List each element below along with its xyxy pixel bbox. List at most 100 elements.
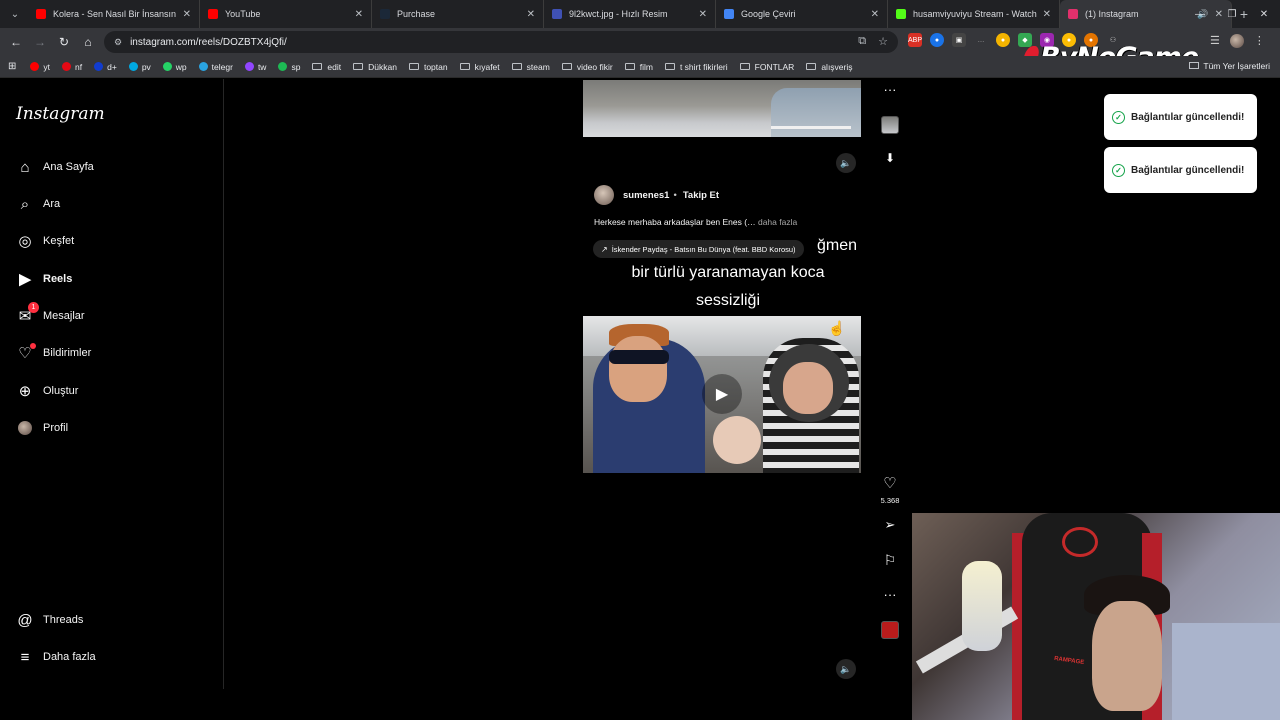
tab-favicon-icon: [208, 9, 218, 19]
follow-button[interactable]: Takip Et: [683, 190, 719, 201]
nav-item-plus[interactable]: ⊕ Oluştur: [16, 382, 79, 400]
extension-icon[interactable]: ●: [996, 33, 1010, 47]
close-tab-icon[interactable]: ✕: [871, 9, 879, 20]
bookmark-item[interactable]: kıyafet: [459, 62, 500, 72]
reel-author: sumenes1 • Takip Et: [594, 185, 719, 205]
bookmark-item[interactable]: Dükkan: [353, 62, 397, 72]
author-avatar[interactable]: [594, 185, 614, 205]
download-icon[interactable]: ⬇: [880, 151, 900, 165]
more-options-icon[interactable]: ···: [880, 587, 900, 602]
bookmark-item[interactable]: d+: [94, 62, 117, 72]
all-bookmarks-label: Tüm Yer İşaretleri: [1203, 61, 1270, 71]
bookmark-label: toptan: [423, 61, 448, 72]
site-info-icon[interactable]: ⚙: [114, 37, 122, 48]
extension-icon[interactable]: …: [974, 33, 988, 47]
bookmark-item[interactable]: pv: [128, 61, 151, 72]
instagram-logo[interactable]: Instagram: [16, 104, 105, 124]
compass-icon: ◎: [18, 233, 32, 250]
reel-video[interactable]: ▶: [583, 316, 861, 473]
adblock-icon[interactable]: ABP: [908, 33, 922, 47]
more-options-icon[interactable]: ···: [880, 82, 900, 97]
nav-item-compass[interactable]: ◎ Keşfet: [16, 232, 74, 250]
separator: •: [673, 189, 677, 201]
mute-icon[interactable]: 🔈: [836, 659, 856, 679]
bookmark-item[interactable]: tw: [244, 62, 266, 72]
extension-icon[interactable]: ▣: [952, 33, 966, 47]
bookmark-item[interactable]: nf: [62, 62, 82, 72]
like-icon[interactable]: ♡: [880, 474, 900, 492]
toast-notification[interactable]: ✓ Bağlantılar güncellendi!: [1104, 147, 1257, 193]
bookmark-label: pv: [141, 61, 151, 72]
folder-icon: [408, 63, 419, 70]
bookmark-star-icon[interactable]: ☆: [878, 35, 888, 48]
forward-icon[interactable]: →: [28, 30, 52, 54]
audio-track-pill[interactable]: ↗ İskender Paydaş - Batsın Bu Dünya (fea…: [593, 240, 804, 258]
close-window-icon[interactable]: ✕: [1248, 0, 1280, 28]
bookmark-label: film: [639, 61, 653, 72]
browser-tab[interactable]: Purchase ✕: [372, 0, 544, 28]
close-tab-icon[interactable]: ✕: [527, 9, 535, 20]
bookmark-item[interactable]: t shirt fikirleri: [664, 62, 728, 72]
nav-item-search[interactable]: ⌕ Ara: [16, 195, 60, 213]
bookmark-item[interactable]: edit: [312, 62, 341, 72]
browser-menu-icon[interactable]: ⋮: [1254, 34, 1265, 48]
nav-item-messenger[interactable]: ✉ 1 Mesajlar: [16, 302, 85, 325]
bookmark-label: nf: [75, 61, 83, 72]
install-app-icon[interactable]: ⧉: [858, 35, 866, 48]
bookmark-label: steam: [526, 61, 550, 72]
address-bar[interactable]: ⚙ instagram.com/reels/DOZBTX4jQfi/ ⧉ ☆: [104, 31, 898, 53]
caption-more-link[interactable]: daha fazla: [758, 217, 797, 227]
share-icon[interactable]: ➢: [880, 517, 900, 533]
restore-icon[interactable]: ❐: [1216, 0, 1248, 28]
browser-tab[interactable]: husamviyuviyu Stream - Watch ✕: [888, 0, 1060, 28]
bookmark-item[interactable]: video fikir: [561, 62, 613, 72]
bookmark-item[interactable]: alışveriş: [806, 62, 853, 72]
minimize-icon[interactable]: —: [1184, 0, 1216, 28]
bookmark-favicon-icon: [128, 62, 138, 71]
profile-avatar[interactable]: [1229, 34, 1244, 48]
home-icon[interactable]: ⌂: [76, 30, 100, 54]
browser-tab[interactable]: Google Çeviri ✕: [716, 0, 888, 28]
nav-item-home[interactable]: ⌂ Ana Sayfa: [16, 158, 93, 176]
back-icon[interactable]: ←: [4, 30, 28, 54]
save-icon[interactable]: ⚐: [880, 552, 900, 569]
bookmark-item[interactable]: film: [624, 61, 653, 72]
bookmark-item[interactable]: steam: [511, 61, 550, 72]
nav-item-reels[interactable]: ▶ Reels: [16, 270, 72, 288]
nav-label: Bildirimler: [43, 347, 92, 359]
toast-notification[interactable]: ✓ Bağlantılar güncellendi!: [1104, 94, 1257, 140]
like-count: 5.368: [880, 496, 900, 505]
toast-text: Bağlantılar güncellendi!: [1131, 111, 1245, 123]
reading-list-icon[interactable]: ☰: [1210, 34, 1220, 48]
play-icon[interactable]: ▶: [702, 374, 742, 414]
previous-reel-video[interactable]: [583, 80, 861, 137]
audio-thumbnail[interactable]: [881, 621, 899, 639]
browser-tab[interactable]: Kolera - Sen Nasıl Bir İnsansın - ✕: [28, 0, 200, 28]
bookmark-item[interactable]: FONTLAR: [739, 62, 794, 72]
mute-icon[interactable]: 🔈: [836, 153, 856, 173]
close-tab-icon[interactable]: ✕: [183, 9, 191, 20]
check-icon: ✓: [1112, 110, 1125, 124]
browser-tab[interactable]: 9l2kwct.jpg - Hızlı Resim ✕: [544, 0, 716, 28]
apps-grid-icon[interactable]: ⊞: [8, 61, 16, 72]
bookmark-item[interactable]: telegr: [198, 62, 233, 72]
extension-icon[interactable]: ●: [930, 33, 944, 47]
close-tab-icon[interactable]: ✕: [699, 9, 707, 20]
close-tab-icon[interactable]: ✕: [355, 9, 363, 20]
author-username[interactable]: sumenes1: [623, 190, 669, 201]
bookmark-item[interactable]: wp: [162, 62, 187, 72]
nav-item-avatar[interactable]: Profil: [16, 419, 68, 437]
nav-item-heart[interactable]: ♡ Bildirimler: [16, 343, 92, 362]
nav-item-menu[interactable]: ≡ Daha fazla: [16, 648, 96, 666]
tab-search-button[interactable]: ⌄: [2, 3, 28, 25]
bookmark-item[interactable]: sp: [278, 62, 300, 72]
nav-item-threads[interactable]: @ Threads: [16, 611, 83, 629]
bookmark-favicon-icon: [62, 62, 72, 71]
close-tab-icon[interactable]: ✕: [1043, 9, 1051, 20]
reload-icon[interactable]: ↻: [52, 30, 76, 54]
browser-tab[interactable]: YouTube ✕: [200, 0, 372, 28]
bookmark-item[interactable]: toptan: [408, 61, 448, 72]
all-bookmarks-button[interactable]: Tüm Yer İşaretleri: [1189, 61, 1270, 71]
bookmark-item[interactable]: yt: [30, 62, 50, 72]
previous-audio-thumbnail[interactable]: [881, 116, 899, 134]
